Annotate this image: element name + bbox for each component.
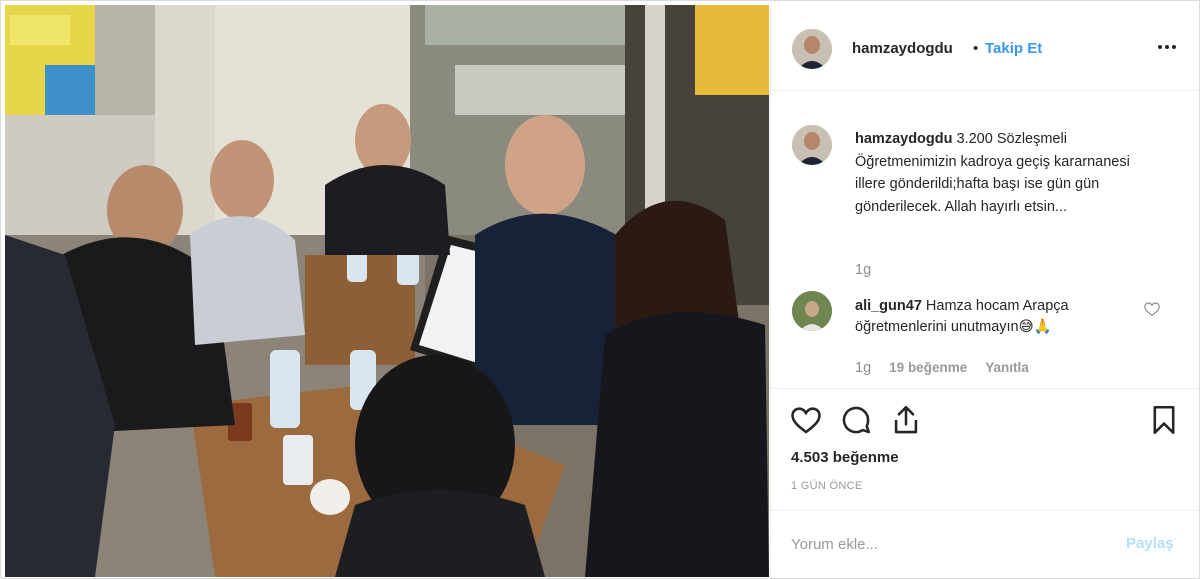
- like-heart-icon[interactable]: [789, 403, 823, 437]
- caption-author-avatar[interactable]: [792, 125, 832, 165]
- more-options-icon[interactable]: [1155, 35, 1179, 59]
- comments-section: hamzaydogdu 3.200 Sözleşmeli Öğretmenimi…: [771, 92, 1199, 387]
- follow-button[interactable]: Takip Et: [985, 40, 1042, 57]
- commenter-avatar[interactable]: [792, 291, 832, 331]
- comment-timestamp[interactable]: 1g: [855, 360, 871, 376]
- comment-item: ali_gun47 Hamza hocam Arapça öğretmenler…: [855, 296, 1145, 338]
- caption-timestamp[interactable]: 1g: [855, 262, 871, 278]
- comment-meta: 1g 19 beğenme Yanıtla: [855, 360, 1043, 376]
- instagram-post-window: hamzaydogdu • Takip Et hamzaydogdu 3.200…: [0, 0, 1200, 579]
- post-photo[interactable]: [5, 5, 769, 577]
- caption-username[interactable]: hamzaydogdu: [855, 131, 952, 147]
- post-time-ago[interactable]: 1 GÜN ÖNCE: [791, 480, 862, 492]
- comment-bubble-icon[interactable]: [839, 403, 873, 437]
- likes-count[interactable]: 4.503 beğenme: [791, 449, 899, 466]
- post-side-panel: hamzaydogdu • Takip Et hamzaydogdu 3.200…: [770, 5, 1199, 577]
- avatar-image: [792, 125, 832, 165]
- comment-input[interactable]: [791, 531, 1111, 557]
- share-icon[interactable]: [889, 403, 923, 437]
- post-caption: hamzaydogdu 3.200 Sözleşmeli Öğretmenimi…: [855, 128, 1155, 218]
- reply-button[interactable]: Yanıtla: [985, 360, 1029, 375]
- author-avatar[interactable]: [792, 29, 832, 69]
- comment-likes[interactable]: 19 beğenme: [889, 360, 967, 375]
- avatar-image: [792, 29, 832, 69]
- comment-like-heart-icon[interactable]: [1143, 300, 1161, 318]
- comment-username[interactable]: ali_gun47: [855, 298, 922, 314]
- avatar-image: [792, 291, 832, 331]
- post-comment-button[interactable]: Paylaş: [1126, 535, 1174, 552]
- post-actions: 4.503 beğenme 1 GÜN ÖNCE: [771, 388, 1199, 508]
- post-photo-illustration: [5, 5, 769, 577]
- add-comment-bar: Paylaş: [771, 510, 1199, 577]
- author-username[interactable]: hamzaydogdu: [852, 40, 953, 57]
- post-header: hamzaydogdu • Takip Et: [771, 5, 1199, 91]
- bookmark-icon[interactable]: [1147, 403, 1181, 437]
- header-separator: •: [973, 40, 979, 57]
